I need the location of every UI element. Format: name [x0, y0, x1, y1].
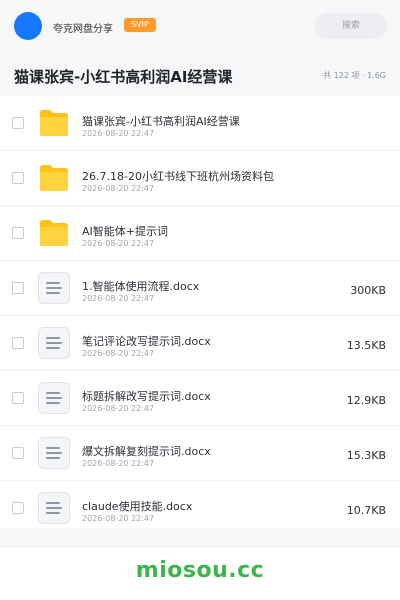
file-row[interactable]: AI智能体+提示词 2026-08-20 22:47	[0, 206, 400, 261]
top-bar: 夸克网盘分享 SVIP 搜索	[0, 0, 400, 54]
avatar[interactable]	[14, 12, 42, 40]
row-checkbox[interactable]	[12, 282, 24, 294]
folder-icon	[40, 165, 68, 195]
document-icon	[38, 382, 70, 418]
file-date: 2026-08-20 22:47	[82, 349, 155, 358]
file-size: 12.9KB	[346, 394, 386, 407]
folder-icon	[40, 220, 68, 250]
file-name: 标题拆解改写提示词.docx	[82, 390, 211, 403]
row-checkbox[interactable]	[12, 447, 24, 459]
row-checkbox[interactable]	[12, 502, 24, 514]
file-date: 2026-08-20 22:47	[82, 294, 155, 303]
file-size: 10.7KB	[346, 504, 386, 517]
file-date: 2026-08-20 22:47	[82, 459, 155, 468]
file-name: 猫课张宾-小红书高利润AI经营课	[82, 115, 240, 128]
row-checkbox[interactable]	[12, 392, 24, 404]
file-name: 26.7.18-20小红书线下班杭州场资料包	[82, 170, 274, 183]
file-date: 2026-08-20 22:47	[82, 239, 155, 248]
username: 夸克网盘分享	[53, 24, 113, 35]
item-summary: 共 122 项 · 1.6G	[323, 71, 386, 80]
search-input[interactable]: 搜索	[315, 13, 387, 39]
share-page: 夸克网盘分享 SVIP 搜索 猫课张宾-小红书高利润AI经营课 共 122 项 …	[0, 0, 400, 600]
file-name: AI智能体+提示词	[82, 225, 168, 238]
folder-icon	[40, 110, 68, 140]
row-checkbox[interactable]	[12, 117, 24, 129]
file-size: 300KB	[350, 284, 386, 297]
file-name: claude使用技能.docx	[82, 500, 193, 513]
file-size: 15.3KB	[346, 449, 386, 462]
file-row[interactable]: 26.7.18-20小红书线下班杭州场资料包 2026-08-20 22:47	[0, 151, 400, 206]
file-size: 13.5KB	[346, 339, 386, 352]
file-row[interactable]: 标题拆解改写提示词.docx 2026-08-20 22:47 12.9KB	[0, 371, 400, 426]
file-row[interactable]: 爆文拆解复刻提示词.docx 2026-08-20 22:47 15.3KB	[0, 426, 400, 481]
file-date: 2026-08-20 22:47	[82, 184, 155, 193]
file-date: 2026-08-20 22:47	[82, 404, 155, 413]
file-date: 2026-08-20 22:47	[82, 514, 155, 523]
file-name: 1.智能体使用流程.docx	[82, 280, 200, 293]
document-icon	[38, 492, 70, 528]
file-row[interactable]: 猫课张宾-小红书高利润AI经营课 2026-08-20 22:47	[0, 96, 400, 151]
file-list: 猫课张宾-小红书高利润AI经营课 2026-08-20 22:47 26.7.18-…	[0, 96, 400, 536]
row-checkbox[interactable]	[12, 337, 24, 349]
document-icon	[38, 272, 70, 308]
row-checkbox[interactable]	[12, 227, 24, 239]
file-name: 爆文拆解复刻提示词.docx	[82, 445, 211, 458]
watermark: miosou.cc	[135, 558, 265, 583]
file-row[interactable]: 1.智能体使用流程.docx 2026-08-20 22:47 300KB	[0, 261, 400, 316]
file-row[interactable]: 笔记评论改写提示词.docx 2026-08-20 22:47 13.5KB	[0, 316, 400, 371]
document-icon	[38, 327, 70, 363]
page-title: 猫课张宾-小红书高利润AI经营课	[14, 68, 233, 86]
file-date: 2026-08-20 22:47	[82, 129, 155, 138]
row-checkbox[interactable]	[12, 172, 24, 184]
file-name: 笔记评论改写提示词.docx	[82, 335, 211, 348]
footer-divider	[0, 528, 400, 548]
document-icon	[38, 437, 70, 473]
svip-badge: SVIP	[124, 18, 156, 32]
